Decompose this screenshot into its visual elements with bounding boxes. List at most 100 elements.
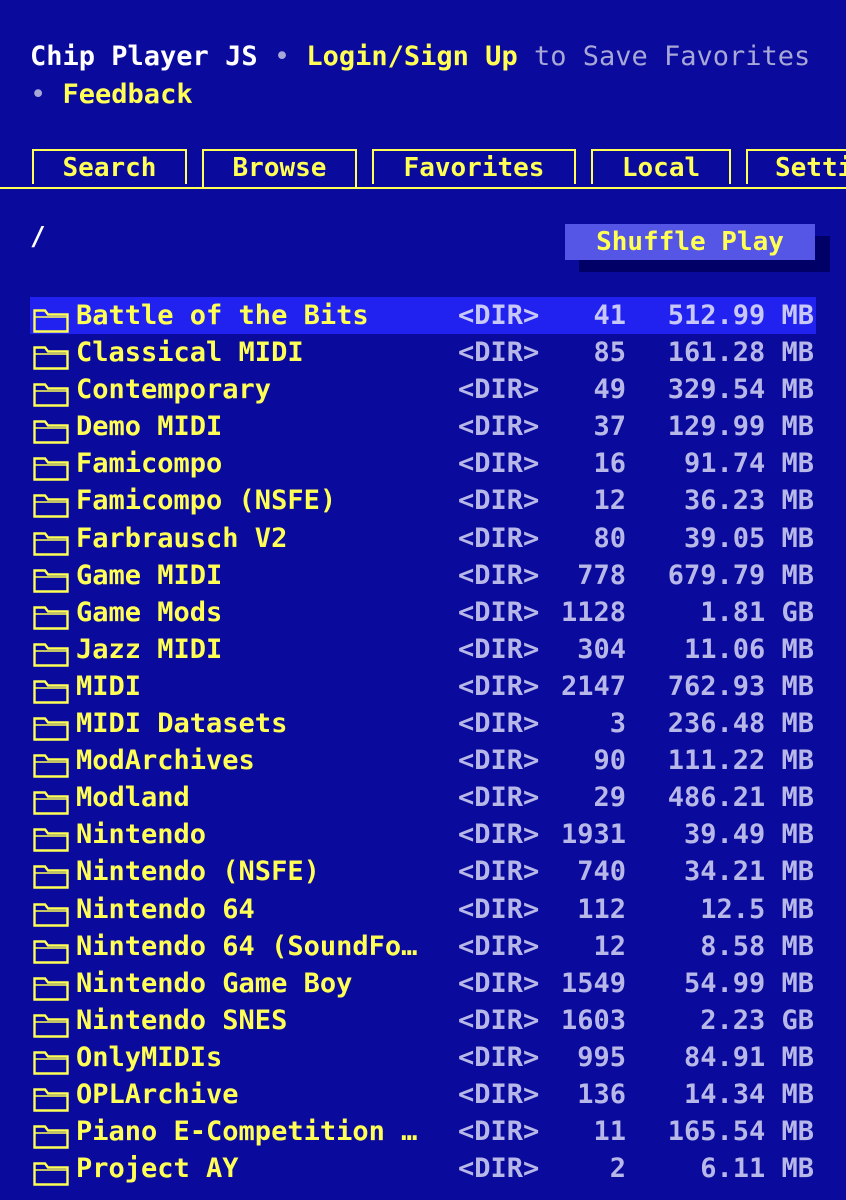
- directory-row[interactable]: Jazz MIDI <DIR> 304 11.06 MB: [30, 631, 816, 668]
- directory-type: <DIR>: [458, 485, 540, 517]
- folder-icon: [33, 417, 69, 444]
- directory-item-count: 16: [593, 448, 626, 480]
- directory-row[interactable]: Nintendo SNES <DIR> 1603 2.23 GB: [30, 1002, 816, 1039]
- header-bullet: •: [30, 79, 47, 110]
- directory-row[interactable]: Classical MIDI <DIR> 85 161.28 MB: [30, 334, 816, 371]
- directory-row[interactable]: Piano E-Competition M… <DIR> 11 165.54 MB: [30, 1113, 816, 1150]
- directory-item-count: 12: [593, 485, 626, 517]
- directory-item-count: 1603: [560, 1004, 626, 1036]
- directory-size: 329.54 MB: [667, 374, 814, 406]
- directory-size: 12.5 MB: [700, 893, 814, 925]
- directory-name: OnlyMIDIs: [76, 1041, 223, 1073]
- directory-name: Nintendo SNES: [76, 1004, 288, 1036]
- directory-type: <DIR>: [458, 337, 540, 369]
- directory-row[interactable]: Demo MIDI <DIR> 37 129.99 MB: [30, 408, 816, 445]
- directory-size: 39.49 MB: [683, 819, 814, 851]
- directory-type: <DIR>: [458, 745, 540, 777]
- directory-item-count: 1931: [560, 819, 626, 851]
- directory-type: <DIR>: [458, 1078, 540, 1110]
- directory-type: <DIR>: [458, 411, 540, 443]
- directory-name: Piano E-Competition M…: [76, 1116, 430, 1148]
- directory-name: Farbrausch V2: [76, 522, 288, 554]
- directory-size: 512.99 MB: [667, 300, 814, 331]
- directory-row[interactable]: Farbrausch V2 <DIR> 80 39.05 MB: [30, 520, 816, 557]
- directory-item-count: 29: [593, 782, 626, 814]
- folder-icon: [33, 751, 69, 778]
- directory-type: <DIR>: [458, 967, 540, 999]
- tab-settings[interactable]: Settings: [746, 149, 846, 184]
- shuffle-play-button[interactable]: Shuffle Play: [565, 224, 815, 260]
- feedback-link[interactable]: Feedback: [63, 79, 193, 110]
- directory-size: 1.81 GB: [700, 596, 814, 628]
- directory-size: 762.93 MB: [667, 670, 814, 702]
- directory-item-count: 2147: [560, 670, 626, 702]
- login-signup-link[interactable]: Login/Sign Up: [306, 41, 517, 72]
- directory-type: <DIR>: [458, 448, 540, 480]
- directory-row[interactable]: Famicompo <DIR> 16 91.74 MB: [30, 445, 816, 482]
- folder-icon: [33, 380, 69, 407]
- directory-row[interactable]: Game Mods <DIR> 1128 1.81 GB: [30, 594, 816, 631]
- directory-name: Battle of the Bits: [76, 300, 369, 331]
- folder-icon: [33, 1122, 69, 1149]
- folder-icon: [33, 937, 69, 964]
- directory-type: <DIR>: [458, 930, 540, 962]
- directory-size: 91.74 MB: [683, 448, 814, 480]
- directory-row[interactable]: Game MIDI <DIR> 778 679.79 MB: [30, 557, 816, 594]
- directory-row[interactable]: Famicompo (NSFE) <DIR> 12 36.23 MB: [30, 482, 816, 519]
- directory-row[interactable]: Nintendo 64 <DIR> 112 12.5 MB: [30, 891, 816, 928]
- directory-size: 2.23 GB: [700, 1004, 814, 1036]
- directory-item-count: 1128: [560, 596, 626, 628]
- directory-item-count: 12: [593, 930, 626, 962]
- directory-row[interactable]: Contemporary <DIR> 49 329.54 MB: [30, 371, 816, 408]
- directory-row[interactable]: Modland <DIR> 29 486.21 MB: [30, 779, 816, 816]
- directory-name: Modland: [76, 782, 190, 814]
- folder-icon: [33, 825, 69, 853]
- directory-size: 236.48 MB: [667, 708, 814, 740]
- directory-item-count: 11: [593, 1116, 626, 1148]
- directory-size: 34.21 MB: [683, 856, 814, 888]
- directory-type: <DIR>: [458, 633, 540, 665]
- directory-name: Game MIDI: [76, 559, 223, 591]
- directory-row[interactable]: Nintendo 64 (SoundFon… <DIR> 12 8.58 MB: [30, 928, 816, 965]
- folder-icon: [33, 454, 69, 482]
- directory-item-count: 778: [577, 559, 626, 591]
- directory-row[interactable]: MIDI <DIR> 2147 762.93 MB: [30, 668, 816, 705]
- directory-row[interactable]: Battle of the Bits <DIR> 41 512.99 MB: [30, 297, 816, 335]
- directory-row[interactable]: MIDI Datasets <DIR> 3 236.48 MB: [30, 705, 816, 742]
- folder-icon: [33, 529, 69, 556]
- directory-name: Famicompo: [76, 448, 223, 480]
- tab-bar: Search Browse Favorites Local Settings: [0, 147, 846, 189]
- folder-icon: [33, 714, 69, 741]
- folder-icon: [33, 603, 69, 630]
- directory-size: 486.21 MB: [667, 782, 814, 814]
- folder-icon: [33, 566, 69, 593]
- directory-row[interactable]: OPLArchive <DIR> 136 14.34 MB: [30, 1076, 816, 1113]
- directory-name: Nintendo 64: [76, 893, 255, 925]
- directory-size: 14.34 MB: [683, 1078, 814, 1110]
- directory-row[interactable]: ModArchives <DIR> 90 111.22 MB: [30, 742, 816, 779]
- directory-row[interactable]: OnlyMIDIs <DIR> 995 84.91 MB: [30, 1039, 816, 1076]
- directory-row[interactable]: Project AY <DIR> 2 6.11 MB: [30, 1150, 816, 1187]
- directory-name: Demo MIDI: [76, 411, 223, 443]
- tab-search[interactable]: Search: [32, 149, 187, 184]
- directory-item-count: 3: [609, 708, 626, 740]
- directory-name: ModArchives: [76, 745, 255, 777]
- directory-type: <DIR>: [458, 708, 540, 740]
- directory-type: <DIR>: [458, 596, 540, 628]
- folder-icon: [33, 788, 69, 815]
- tab-local[interactable]: Local: [591, 149, 731, 184]
- directory-row[interactable]: Nintendo Game Boy <DIR> 1549 54.99 MB: [30, 965, 816, 1002]
- tab-favorites[interactable]: Favorites: [372, 149, 576, 184]
- directory-item-count: 995: [577, 1041, 626, 1073]
- directory-row[interactable]: Nintendo <DIR> 1931 39.49 MB: [30, 816, 816, 853]
- folder-icon: [33, 306, 69, 333]
- directory-name: Nintendo (NSFE): [76, 856, 320, 888]
- header-bullet: •: [273, 41, 291, 72]
- folder-icon: [33, 1011, 69, 1038]
- directory-row[interactable]: Nintendo (NSFE) <DIR> 740 34.21 MB: [30, 853, 816, 890]
- directory-name: Game Mods: [76, 596, 223, 628]
- directory-name: MIDI: [76, 670, 142, 702]
- directory-type: <DIR>: [458, 1153, 540, 1185]
- tab-browse[interactable]: Browse: [202, 149, 357, 187]
- directory-type: <DIR>: [458, 670, 540, 702]
